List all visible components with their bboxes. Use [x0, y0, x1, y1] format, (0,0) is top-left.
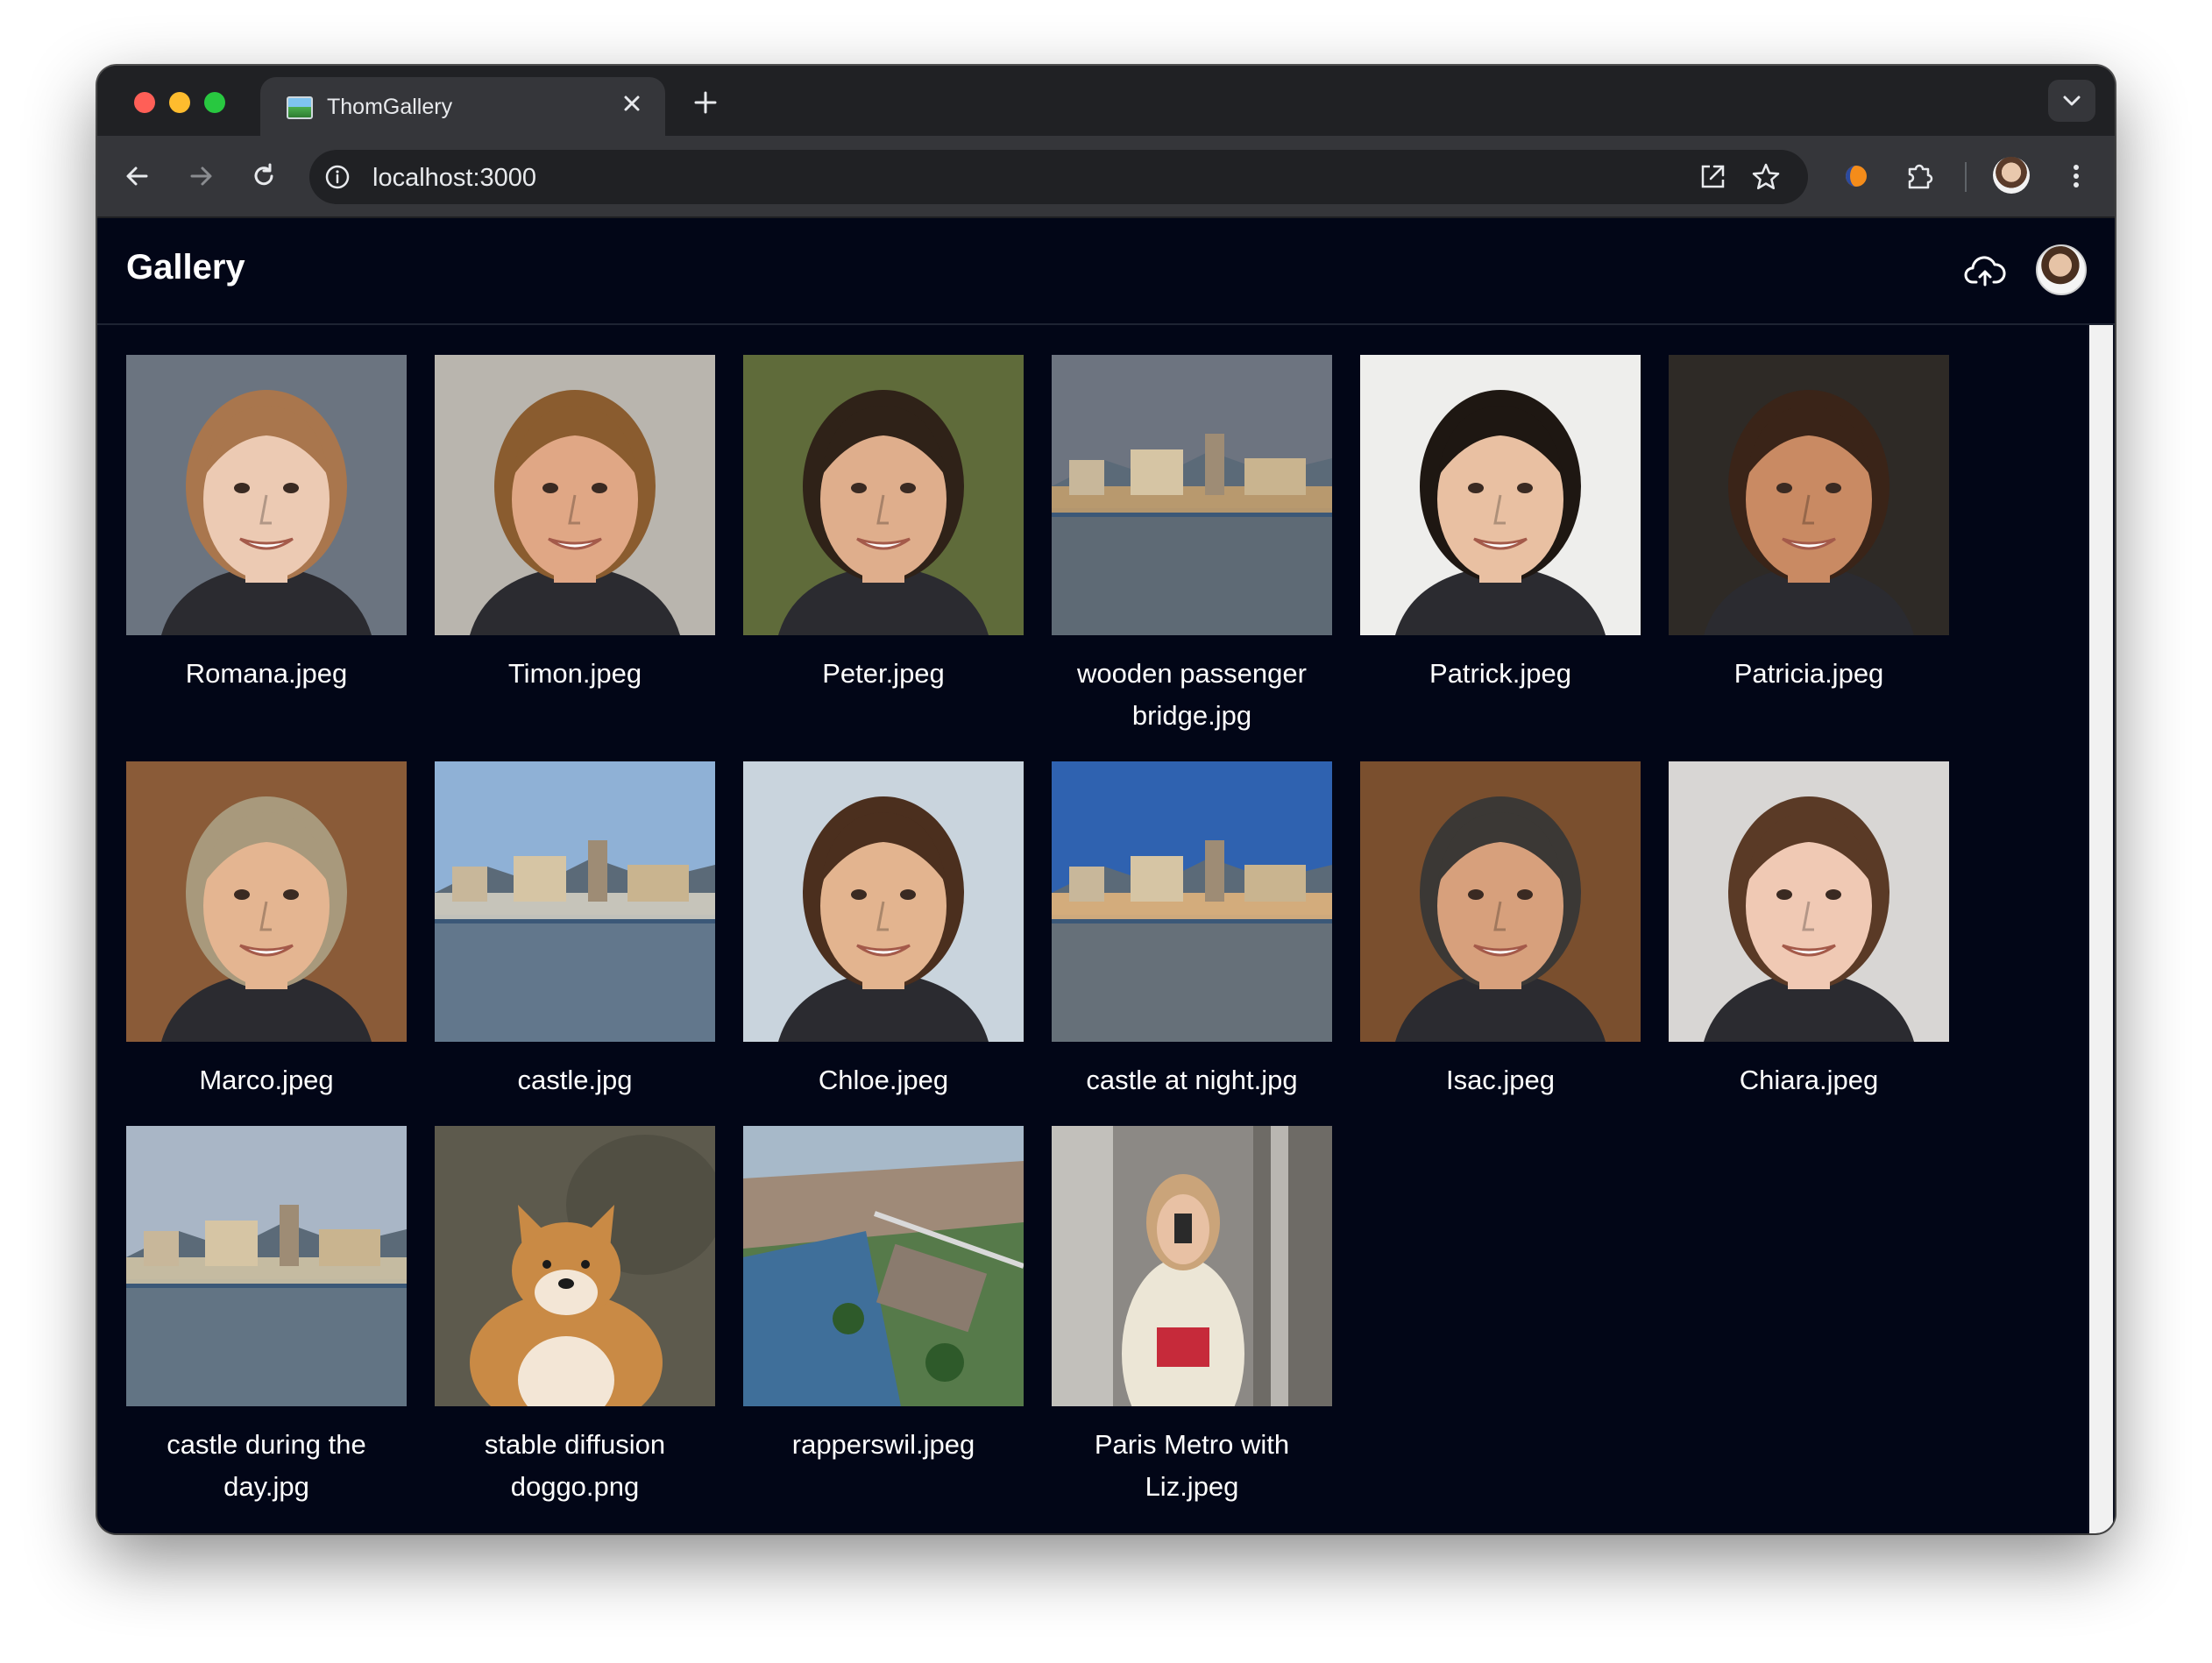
image-thumbnail[interactable]: [1360, 355, 1641, 635]
image-filename: Patrick.jpeg: [1429, 658, 1571, 689]
gallery-item[interactable]: Peter.jpeg: [743, 355, 1024, 695]
gallery-item[interactable]: Chiara.jpeg: [1669, 761, 1949, 1101]
bookmark-star-icon[interactable]: [1750, 161, 1782, 193]
app-header: Gallery: [97, 218, 2115, 325]
address-bar[interactable]: localhost:3000: [309, 150, 1808, 204]
gallery-item[interactable]: castle during the day.jpg: [126, 1126, 407, 1508]
gallery-item[interactable]: Marco.jpeg: [126, 761, 407, 1101]
reload-icon[interactable]: [243, 155, 285, 197]
tab-search-button[interactable]: [2048, 80, 2095, 122]
avatar[interactable]: [2036, 244, 2087, 295]
site-info-icon[interactable]: [323, 163, 351, 191]
back-arrow-icon[interactable]: [117, 155, 159, 197]
profile-avatar[interactable]: [1993, 157, 2030, 194]
scrollbar-thumb[interactable]: [2089, 325, 2113, 1533]
image-filename: castle during the day.jpg: [167, 1429, 366, 1502]
open-in-new-window-icon[interactable]: [1698, 162, 1727, 192]
image-thumbnail[interactable]: [435, 355, 715, 635]
gallery-item[interactable]: Romana.jpeg: [126, 355, 407, 695]
close-window-button[interactable]: [134, 92, 155, 113]
image-thumbnail[interactable]: [1052, 355, 1332, 635]
tab-close-icon[interactable]: [616, 88, 648, 119]
image-filename: rapperswil.jpeg: [791, 1429, 975, 1460]
scrollbar[interactable]: [2088, 325, 2115, 1533]
tab-title: ThomGallery: [327, 95, 453, 119]
browser-toolbar: localhost:3000: [97, 136, 2115, 218]
gallery-item[interactable]: castle.jpg: [435, 761, 715, 1101]
image-thumbnail[interactable]: [1052, 761, 1332, 1042]
browser-window: ThomGallery localhost:3000 Gallery Roman…: [97, 66, 2115, 1533]
gallery-item[interactable]: stable diffusion doggo.png: [435, 1126, 715, 1508]
extension-icon[interactable]: [1837, 157, 1875, 195]
page-title: Gallery: [126, 248, 245, 287]
toolbar-divider: [1965, 162, 1967, 192]
image-thumbnail[interactable]: [126, 761, 407, 1042]
image-filename: Chloe.jpeg: [818, 1065, 949, 1095]
image-thumbnail[interactable]: [126, 355, 407, 635]
image-thumbnail[interactable]: [1052, 1126, 1332, 1406]
image-thumbnail[interactable]: [1360, 761, 1641, 1042]
gallery-item[interactable]: castle at night.jpg: [1052, 761, 1332, 1101]
gallery-item[interactable]: rapperswil.jpeg: [743, 1126, 1024, 1466]
image-filename: Paris Metro with Liz.jpeg: [1094, 1429, 1290, 1502]
tab-active[interactable]: ThomGallery: [260, 77, 665, 136]
url-text[interactable]: localhost:3000: [372, 164, 536, 193]
image-thumbnail[interactable]: [743, 761, 1024, 1042]
extensions-puzzle-icon[interactable]: [1901, 157, 1939, 195]
image-grid: Romana.jpeg Timon.jpeg Peter.jpeg wooden pa…: [126, 355, 2054, 1529]
image-filename: Timon.jpeg: [507, 658, 642, 689]
gallery-item[interactable]: Chloe.jpeg: [743, 761, 1024, 1101]
image-thumbnail[interactable]: [1669, 355, 1949, 635]
tab-strip: ThomGallery: [97, 66, 2115, 136]
gallery-item[interactable]: Patricia.jpeg: [1669, 355, 1949, 695]
image-thumbnail[interactable]: [126, 1126, 407, 1406]
image-thumbnail[interactable]: [435, 1126, 715, 1406]
image-thumbnail[interactable]: [743, 1126, 1024, 1406]
image-filename: Patricia.jpeg: [1733, 658, 1884, 689]
minimize-window-button[interactable]: [169, 92, 190, 113]
cloud-upload-icon[interactable]: [1964, 253, 2006, 288]
new-tab-button[interactable]: [686, 83, 725, 122]
image-thumbnail[interactable]: [1669, 761, 1949, 1042]
favicon-icon: [287, 96, 313, 119]
forward-arrow-icon[interactable]: [180, 155, 222, 197]
gallery-item[interactable]: Isac.jpeg: [1360, 761, 1641, 1101]
image-filename: Isac.jpeg: [1445, 1065, 1556, 1095]
gallery-app: Gallery Romana.jpeg Timon.jpeg Peter.jpeg w…: [97, 218, 2115, 1533]
image-filename: castle at night.jpg: [1086, 1065, 1298, 1095]
image-filename: Marco.jpeg: [199, 1065, 334, 1095]
image-thumbnail[interactable]: [435, 761, 715, 1042]
image-filename: castle.jpg: [517, 1065, 633, 1095]
gallery-item[interactable]: Timon.jpeg: [435, 355, 715, 695]
image-thumbnail[interactable]: [743, 355, 1024, 635]
gallery-item[interactable]: Patrick.jpeg: [1360, 355, 1641, 695]
image-filename: stable diffusion doggo.png: [484, 1429, 666, 1502]
image-filename: Romana.jpeg: [185, 658, 348, 689]
image-filename: wooden passenger bridge.jpg: [1077, 658, 1307, 731]
maximize-window-button[interactable]: [204, 92, 225, 113]
image-filename: Peter.jpeg: [822, 658, 945, 689]
gallery-item[interactable]: wooden passenger bridge.jpg: [1052, 355, 1332, 737]
more-menu-icon[interactable]: [2066, 157, 2087, 195]
gallery-item[interactable]: Paris Metro with Liz.jpeg: [1052, 1126, 1332, 1508]
image-filename: Chiara.jpeg: [1739, 1065, 1879, 1095]
